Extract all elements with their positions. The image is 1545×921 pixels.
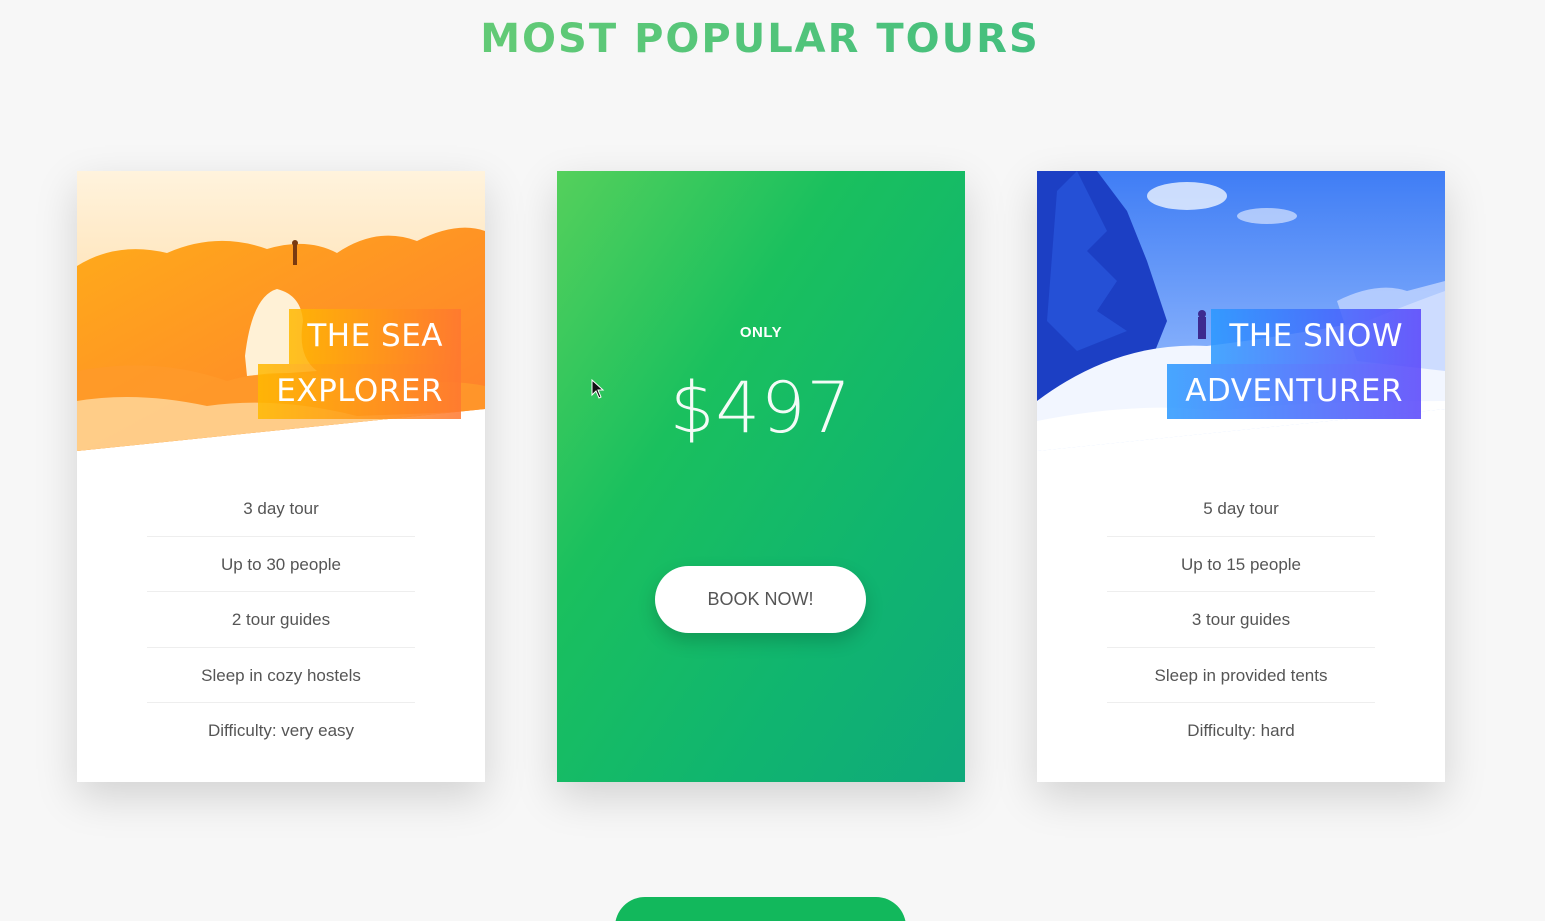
detail-item: 3 day tour [147, 481, 415, 537]
tour-card-snow-adventurer[interactable]: THE SNOW ADVENTURER 5 day tour Up to 15 … [1037, 171, 1445, 782]
detail-item: Sleep in cozy hostels [147, 648, 415, 703]
heading-line-1: THE SEA [289, 309, 461, 364]
tour-details-list: 5 day tour Up to 15 people 3 tour guides… [1107, 481, 1375, 759]
tour-details-list: 3 day tour Up to 30 people 2 tour guides… [147, 481, 415, 759]
detail-item: 3 tour guides [1107, 592, 1375, 648]
detail-item: 5 day tour [1107, 481, 1375, 537]
detail-item: Up to 15 people [1107, 537, 1375, 592]
tour-card-sea-explorer[interactable]: THE SEA EXPLORER 3 day tour Up to 30 peo… [77, 171, 485, 782]
heading-line-2: ADVENTURER [1167, 364, 1421, 419]
detail-item: Difficulty: very easy [207, 721, 355, 740]
detail-item: 2 tour guides [147, 592, 415, 648]
price-value: $497 [669, 367, 853, 449]
heading-line-2: EXPLORER [258, 364, 461, 419]
section-title: MOST POPULAR TOURS [0, 16, 1520, 62]
heading-line-1: THE SNOW [1211, 309, 1421, 364]
sea-explorer-heading: THE SEA EXPLORER [201, 309, 461, 419]
only-label: ONLY [739, 324, 783, 341]
mouse-pointer-icon [591, 379, 605, 399]
tours-section: MOST POPULAR TOURS THE SEA EXPLORER 3 da… [0, 0, 1545, 921]
price-card[interactable]: ONLY $497 BOOK NOW! [557, 171, 965, 782]
detail-item: Up to 30 people [147, 537, 415, 592]
book-now-button[interactable]: BOOK NOW! [655, 566, 866, 633]
discover-tours-button[interactable] [615, 897, 906, 921]
detail-item: Sleep in provided tents [1107, 648, 1375, 703]
detail-item: Difficulty: hard [1187, 721, 1295, 740]
snow-adventurer-heading: THE SNOW ADVENTURER [1161, 309, 1421, 419]
